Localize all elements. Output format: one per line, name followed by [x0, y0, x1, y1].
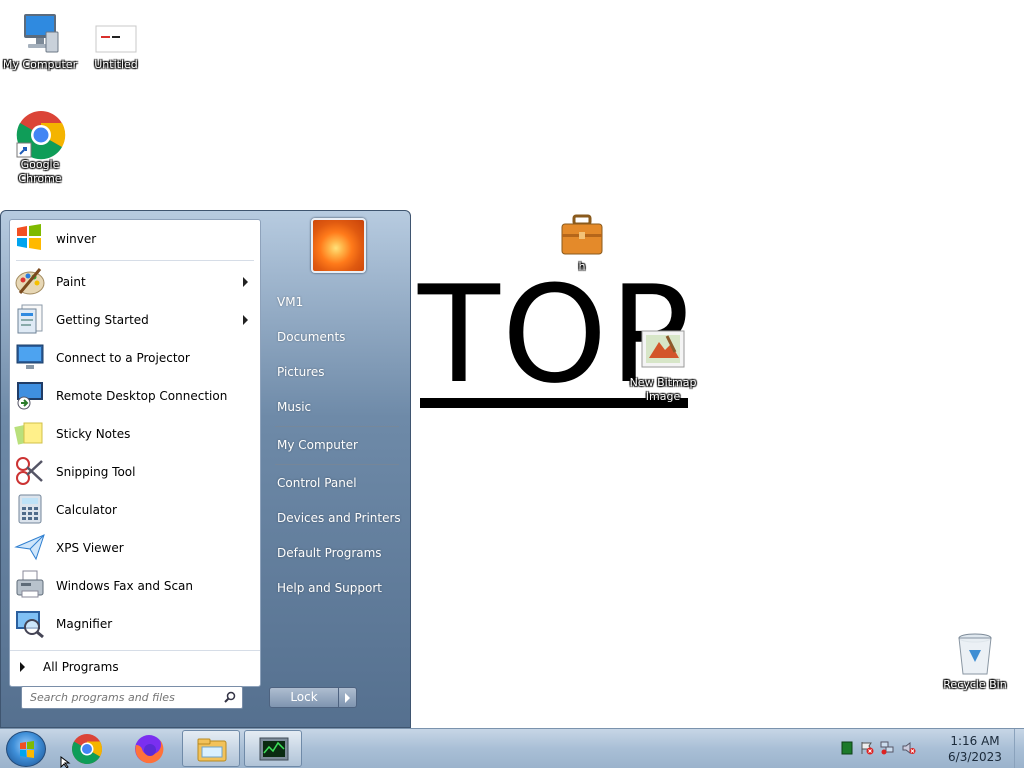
- program-item-getting-started[interactable]: Getting Started: [10, 301, 260, 339]
- desktop-icon-new-bitmap[interactable]: New Bitmap Image: [623, 328, 703, 404]
- places-item-computer[interactable]: My Computer: [269, 430, 401, 460]
- briefcase-icon: [558, 212, 606, 260]
- taskbar-firefox-button[interactable]: [120, 730, 178, 767]
- places-item-user[interactable]: VM1: [269, 287, 401, 317]
- mouse-cursor-icon: [60, 756, 71, 768]
- program-label: Connect to a Projector: [56, 351, 190, 365]
- getting-started-icon: [14, 303, 48, 337]
- taskbar-explorer-button[interactable]: [182, 730, 240, 767]
- places-item-documents[interactable]: Documents: [269, 322, 401, 352]
- taskbar: 1:16 AM 6/3/2023: [0, 728, 1024, 768]
- program-label: Windows Fax and Scan: [56, 579, 194, 593]
- divider: [275, 464, 399, 465]
- start-menu-places-pane: VM1 Documents Pictures Music My Computer…: [263, 211, 411, 729]
- windows-flag-icon: [14, 222, 48, 256]
- program-label: winver: [56, 232, 97, 246]
- program-item-paint[interactable]: Paint: [10, 263, 260, 301]
- program-item-winver[interactable]: winver: [10, 220, 260, 258]
- desktop-icon-my-computer[interactable]: My Computer: [0, 10, 80, 72]
- shutdown-options-arrow-button[interactable]: [339, 687, 357, 708]
- places-item-help-support[interactable]: Help and Support: [269, 573, 401, 603]
- bitmap-image-icon: [639, 328, 687, 376]
- places-item-control-panel[interactable]: Control Panel: [269, 468, 401, 498]
- task-manager-icon: [259, 737, 289, 761]
- program-item-magnifier[interactable]: Magnifier: [10, 605, 260, 643]
- network-icon[interactable]: [880, 741, 894, 755]
- projector-icon: [14, 341, 48, 375]
- submenu-arrow-icon[interactable]: [243, 277, 248, 287]
- search-icon[interactable]: [224, 691, 236, 703]
- lock-button[interactable]: Lock: [269, 687, 339, 708]
- program-item-projector[interactable]: Connect to a Projector: [10, 339, 260, 377]
- recycle-bin-icon: [951, 630, 999, 678]
- taskbar-task-manager-button[interactable]: [244, 730, 302, 767]
- google-chrome-icon: [16, 110, 66, 160]
- desktop-icon-google-chrome[interactable]: Google Chrome: [0, 110, 80, 186]
- all-programs-button[interactable]: All Programs: [10, 650, 260, 682]
- places-item-devices-printers[interactable]: Devices and Printers: [269, 503, 401, 533]
- desktop-icon-recycle-bin[interactable]: Recycle Bin: [935, 630, 1015, 692]
- divider: [275, 426, 399, 427]
- program-item-remote-desktop[interactable]: Remote Desktop Connection: [10, 377, 260, 415]
- program-label: Remote Desktop Connection: [56, 389, 228, 403]
- clock-time: 1:16 AM: [950, 734, 1000, 748]
- program-label: Getting Started: [56, 313, 149, 327]
- system-tray: 1:16 AM 6/3/2023: [834, 729, 1024, 768]
- divider: [16, 260, 254, 261]
- program-list: winver Paint Getting Started Connect to …: [10, 220, 260, 643]
- action-center-flag-icon[interactable]: [860, 741, 874, 755]
- start-menu-programs-pane: winver Paint Getting Started Connect to …: [9, 219, 261, 687]
- program-label: Paint: [56, 275, 86, 289]
- triangle-right-icon: [20, 661, 25, 672]
- start-button[interactable]: [6, 731, 46, 767]
- program-label: XPS Viewer: [56, 541, 124, 555]
- user-avatar[interactable]: [311, 218, 366, 273]
- magnifier-icon: [14, 607, 48, 641]
- search-input[interactable]: [22, 687, 212, 708]
- image-thumbnail-icon: [92, 10, 140, 58]
- tray-app-icon[interactable]: [840, 741, 854, 755]
- start-search-box[interactable]: [21, 686, 243, 709]
- program-label: Sticky Notes: [56, 427, 131, 441]
- desktop-icon-label-line2: Image: [645, 390, 681, 403]
- firefox-icon: [135, 735, 164, 764]
- desktop-icon-label-line2: Chrome: [18, 172, 62, 185]
- program-label: Calculator: [56, 503, 117, 517]
- program-label: Magnifier: [56, 617, 113, 631]
- places-item-pictures[interactable]: Pictures: [269, 357, 401, 387]
- desktop-icon-label: My Computer: [2, 58, 78, 71]
- desktop-icon-untitled[interactable]: Untitled: [76, 10, 156, 72]
- places-item-music[interactable]: Music: [269, 392, 401, 422]
- desktop-icon-label-line1: New Bitmap: [629, 376, 697, 389]
- volume-muted-icon[interactable]: [902, 741, 916, 755]
- paint-palette-icon: [14, 265, 48, 299]
- show-desktop-button[interactable]: [1014, 729, 1024, 768]
- desktop-icon-label: Untitled: [94, 58, 138, 71]
- program-item-fax-scan[interactable]: Windows Fax and Scan: [10, 567, 260, 605]
- calculator-icon: [14, 493, 48, 527]
- clock-date: 6/3/2023: [948, 750, 1002, 764]
- file-explorer-icon: [197, 738, 227, 762]
- fax-icon: [14, 569, 48, 603]
- remote-desktop-icon: [14, 379, 48, 413]
- places-item-default-programs[interactable]: Default Programs: [269, 538, 401, 568]
- desktop-icon-label: Recycle Bin: [943, 678, 1007, 691]
- computer-icon: [16, 10, 64, 58]
- scissors-icon: [14, 455, 48, 489]
- sticky-notes-icon: [14, 417, 48, 451]
- program-item-sticky-notes[interactable]: Sticky Notes: [10, 415, 260, 453]
- paper-plane-icon: [14, 531, 48, 565]
- program-item-snipping-tool[interactable]: Snipping Tool: [10, 453, 260, 491]
- desktop-icon-label-line1: Google: [20, 158, 60, 171]
- program-item-xps-viewer[interactable]: XPS Viewer: [10, 529, 260, 567]
- all-programs-label: All Programs: [43, 659, 119, 674]
- windows-logo-icon: [20, 741, 34, 758]
- taskbar-clock[interactable]: 1:16 AM 6/3/2023: [940, 733, 1010, 765]
- program-item-calculator[interactable]: Calculator: [10, 491, 260, 529]
- submenu-arrow-icon[interactable]: [243, 315, 248, 325]
- program-label: Snipping Tool: [56, 465, 136, 479]
- start-menu: winver Paint Getting Started Connect to …: [0, 210, 411, 728]
